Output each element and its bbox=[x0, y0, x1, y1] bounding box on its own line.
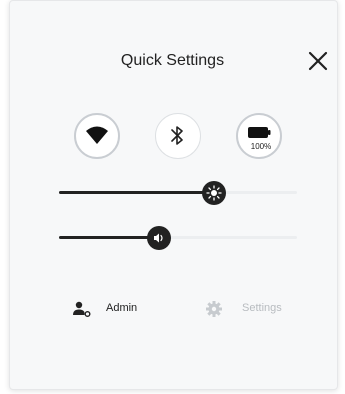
brightness-slider[interactable] bbox=[59, 181, 297, 205]
brightness-fill bbox=[59, 191, 214, 194]
settings-label: Settings bbox=[242, 302, 282, 314]
battery-status[interactable]: 100% bbox=[236, 113, 282, 159]
bluetooth-icon bbox=[171, 126, 183, 145]
wifi-icon bbox=[86, 126, 108, 144]
bluetooth-toggle[interactable] bbox=[155, 113, 201, 159]
volume-icon bbox=[146, 226, 171, 250]
close-button[interactable] bbox=[304, 47, 332, 75]
volume-fill bbox=[59, 236, 159, 239]
settings-button[interactable]: Settings bbox=[204, 299, 282, 319]
volume-thumb[interactable] bbox=[146, 225, 172, 251]
wifi-toggle[interactable] bbox=[74, 113, 120, 159]
close-icon bbox=[308, 51, 328, 71]
user-account-button[interactable]: Admin bbox=[72, 299, 137, 319]
user-label: Admin bbox=[106, 302, 138, 314]
brightness-thumb[interactable] bbox=[201, 180, 227, 206]
user-settings-icon bbox=[73, 301, 91, 317]
gear-icon bbox=[206, 301, 222, 317]
battery-percentage: 100% bbox=[250, 142, 272, 151]
panel-title: Quick Settings bbox=[120, 52, 225, 69]
brightness-icon bbox=[201, 181, 226, 205]
volume-slider[interactable] bbox=[59, 226, 297, 250]
